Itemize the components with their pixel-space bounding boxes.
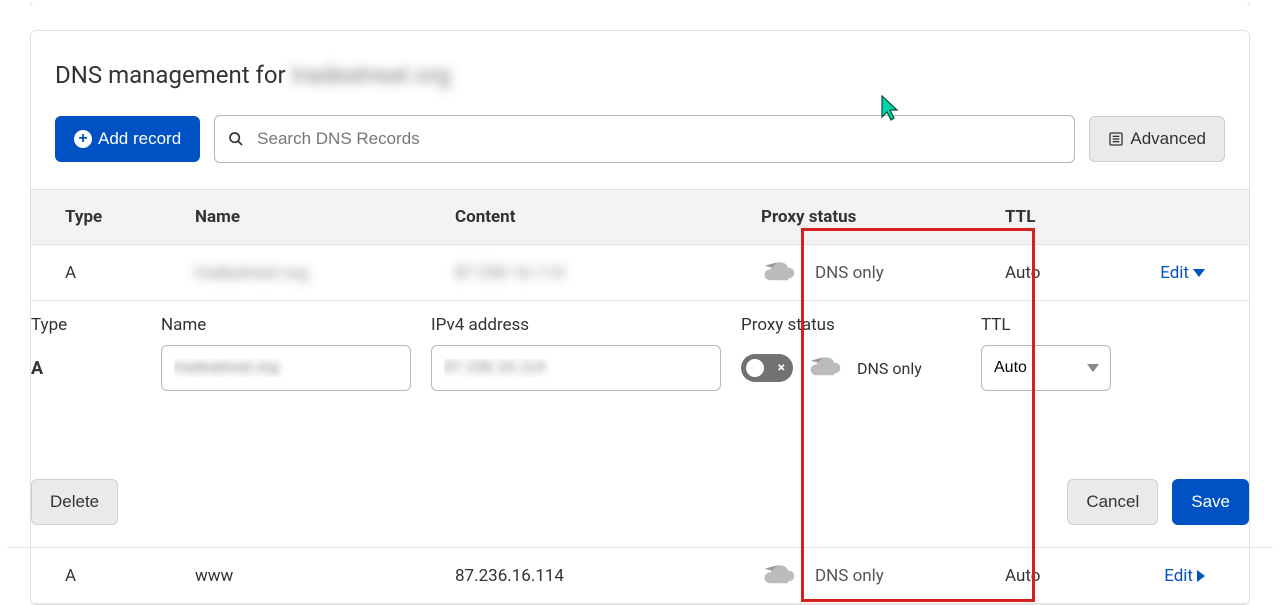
editor-label-type: Type [31, 315, 161, 335]
cell-action: Edit [1125, 566, 1215, 586]
cloud-off-icon [761, 262, 797, 284]
cancel-button[interactable]: Cancel [1067, 479, 1158, 525]
editor-proxy-text: DNS only [857, 359, 922, 378]
col-header-type: Type [55, 207, 195, 227]
editor-label-ipv4: IPv4 address [431, 315, 741, 335]
table-header: Type Name Content Proxy status TTL [31, 189, 1249, 245]
advanced-button[interactable]: Advanced [1089, 116, 1225, 162]
search-icon [228, 131, 244, 147]
chevron-right-icon [1197, 570, 1205, 582]
editor-type-value: A [31, 358, 161, 379]
page-title-prefix: DNS management for [55, 61, 292, 89]
table-row[interactable]: A www 87.236.16.114 DNS only Auto Edit [31, 548, 1249, 604]
cell-type: A [55, 566, 195, 586]
col-header-content: Content [455, 207, 761, 227]
proxy-status-text: DNS only [815, 566, 884, 586]
toggle-knob [744, 357, 766, 379]
edit-link[interactable]: Edit [1160, 263, 1205, 283]
col-header-name: Name [195, 207, 455, 227]
cell-action: Edit [1125, 263, 1215, 283]
page-title-domain: tradeatreat.org [292, 61, 451, 89]
advanced-label: Advanced [1130, 129, 1206, 149]
cell-content: 87.236.16.114 [455, 566, 761, 586]
search-wrap [214, 115, 1075, 163]
cell-proxy: DNS only [761, 262, 1005, 284]
cell-name: www [195, 566, 455, 586]
cell-type: A [55, 263, 195, 283]
plus-circle-icon: + [74, 130, 92, 148]
add-record-button[interactable]: + Add record [55, 116, 200, 162]
chevron-down-icon [1087, 364, 1099, 372]
cell-ttl: Auto [1005, 566, 1125, 586]
chevron-down-icon [1193, 269, 1205, 277]
record-editor: Type Name IPv4 address Proxy status TTL … [7, 301, 1273, 548]
cell-name: tradeatreat.org [195, 263, 455, 283]
editor-label-proxy: Proxy status [741, 315, 981, 335]
cell-ttl: Auto [1005, 263, 1125, 283]
name-field[interactable] [161, 345, 411, 391]
cell-proxy: DNS only [761, 565, 1005, 587]
delete-button[interactable]: Delete [31, 479, 118, 525]
toggle-off-mark: × [778, 360, 785, 376]
dns-management-panel: DNS management for tradeatreat.org + Add… [30, 30, 1250, 605]
list-icon [1108, 131, 1124, 147]
mouse-cursor-icon [881, 95, 901, 121]
toolbar: + Add record Advanced [55, 115, 1225, 163]
cloud-off-icon [761, 565, 797, 587]
cell-content: 87.236.16.114 [455, 263, 761, 283]
edit-link[interactable]: Edit [1164, 566, 1205, 586]
col-header-proxy: Proxy status [761, 207, 1005, 227]
editor-label-name: Name [161, 315, 431, 335]
col-header-ttl: TTL [1005, 207, 1125, 227]
proxy-status-text: DNS only [815, 263, 884, 283]
editor-label-ttl: TTL [981, 315, 1121, 335]
search-input[interactable] [214, 115, 1075, 163]
proxy-toggle[interactable]: × [741, 354, 793, 382]
add-record-label: Add record [98, 129, 181, 149]
table-row[interactable]: A tradeatreat.org 87.236.16.114 DNS only… [31, 245, 1249, 301]
save-button[interactable]: Save [1172, 479, 1249, 525]
dns-table: Type Name Content Proxy status TTL A tra… [31, 189, 1249, 604]
cloud-off-icon [807, 357, 843, 379]
page-title: DNS management for tradeatreat.org [55, 61, 1225, 89]
ipv4-field[interactable] [431, 345, 721, 391]
